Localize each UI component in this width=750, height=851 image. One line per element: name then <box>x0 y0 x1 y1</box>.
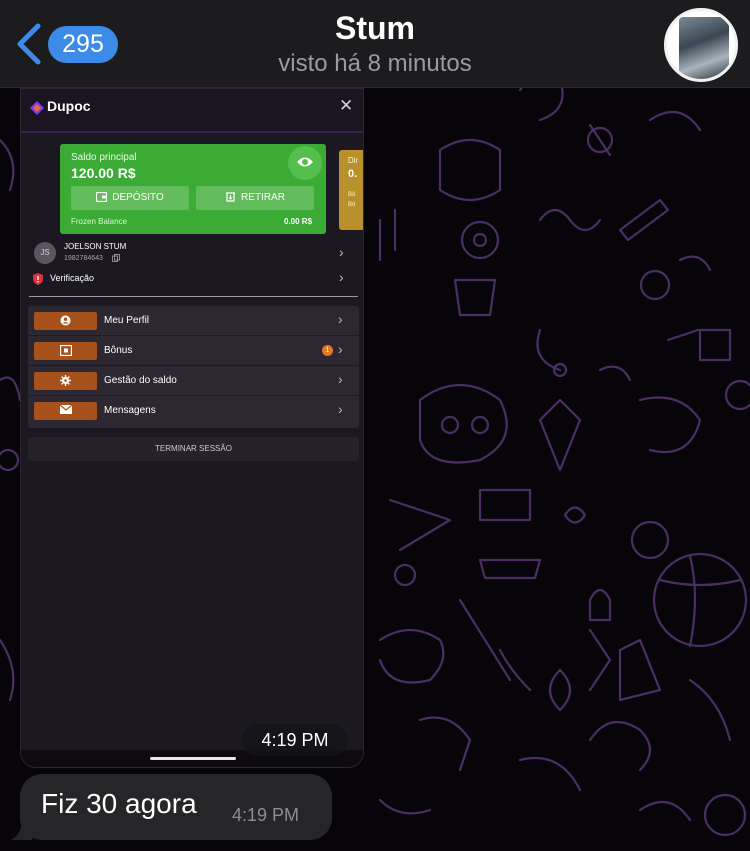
dupoc-logo-icon <box>30 101 44 115</box>
account-menu: Meu Perfil › Bônus 1 › Gestão do saldo ›… <box>28 306 359 428</box>
user-icon <box>34 312 97 330</box>
verification-label: Verificação <box>50 273 95 283</box>
side-card-line: Bô <box>348 192 356 198</box>
verification-row: Verificação › <box>21 269 363 291</box>
gear-icon <box>34 372 97 390</box>
avatar-photo <box>679 17 729 79</box>
withdraw-icon <box>226 192 236 202</box>
balance-label: Saldo principal <box>71 152 137 163</box>
message-text: Fiz 30 agora <box>41 788 197 819</box>
menu-label: Bônus <box>104 345 133 356</box>
menu-item-bonus: Bônus 1 › <box>28 336 359 366</box>
contact-avatar[interactable] <box>664 8 738 82</box>
user-row: JS JOELSON STUM 1982784643 › <box>21 239 363 269</box>
chat-title[interactable]: Stum <box>0 10 750 47</box>
chevron-right-icon: › <box>338 371 343 387</box>
deposit-label: DEPÓSITO <box>112 192 164 203</box>
deposit-button: DEPÓSITO <box>71 186 189 210</box>
chevron-right-icon: › <box>338 401 343 417</box>
user-name: JOELSON STUM <box>64 242 127 251</box>
copy-icon <box>112 254 120 262</box>
withdraw-label: RETIRAR <box>241 192 285 203</box>
last-seen-status: visto há 8 minutos <box>278 50 472 77</box>
envelope-icon <box>34 402 97 420</box>
wallet-icon <box>96 192 108 203</box>
frozen-balance-value: 0.00 R$ <box>284 217 313 226</box>
shield-icon <box>33 273 43 285</box>
chevron-right-icon: › <box>338 341 343 357</box>
side-balance-card: Dir 0. Bô Bô <box>339 150 363 230</box>
chevron-right-icon: › <box>339 269 344 285</box>
frozen-balance-label: Frozen Balance <box>71 217 128 226</box>
side-card-value: 0. <box>348 168 358 180</box>
divider <box>29 296 358 297</box>
notification-badge: 1 <box>322 345 333 356</box>
close-icon: ✕ <box>339 96 354 115</box>
home-indicator <box>150 757 236 760</box>
chevron-right-icon: › <box>338 311 343 327</box>
balance-card: Saldo principal 120.00 R$ DEPÓSITO RETIR… <box>60 144 326 234</box>
side-card-line: Bô <box>348 202 356 208</box>
menu-label: Meu Perfil <box>104 315 150 326</box>
brand-name: Dupoc <box>47 98 91 114</box>
user-id: 1982784643 <box>64 255 103 262</box>
app-topbar: Dupoc ✕ <box>21 89 363 133</box>
withdraw-button: RETIRAR <box>196 186 314 210</box>
logout-button: TERMINAR SESSÃO <box>28 437 359 461</box>
menu-item-messages: Mensagens › <box>28 396 359 426</box>
menu-item-balance-management: Gestão do saldo › <box>28 366 359 396</box>
side-card-label: Dir <box>348 156 359 165</box>
chat-header: 295 Stum visto há 8 minutos <box>0 0 750 88</box>
message-time: 4:19 PM <box>232 805 300 825</box>
eye-icon <box>297 157 313 167</box>
menu-label: Mensagens <box>104 405 156 416</box>
menu-item-profile: Meu Perfil › <box>28 306 359 336</box>
balance-value: 120.00 R$ <box>71 165 136 181</box>
user-initials-avatar: JS <box>34 242 56 264</box>
chevron-right-icon: › <box>339 244 344 260</box>
image-message-time: 4:19 PM <box>242 724 348 756</box>
gift-icon <box>34 342 97 360</box>
image-message[interactable]: Dupoc ✕ Saldo principal 120.00 R$ DEPÓSI… <box>20 88 364 768</box>
menu-label: Gestão do saldo <box>104 375 177 386</box>
